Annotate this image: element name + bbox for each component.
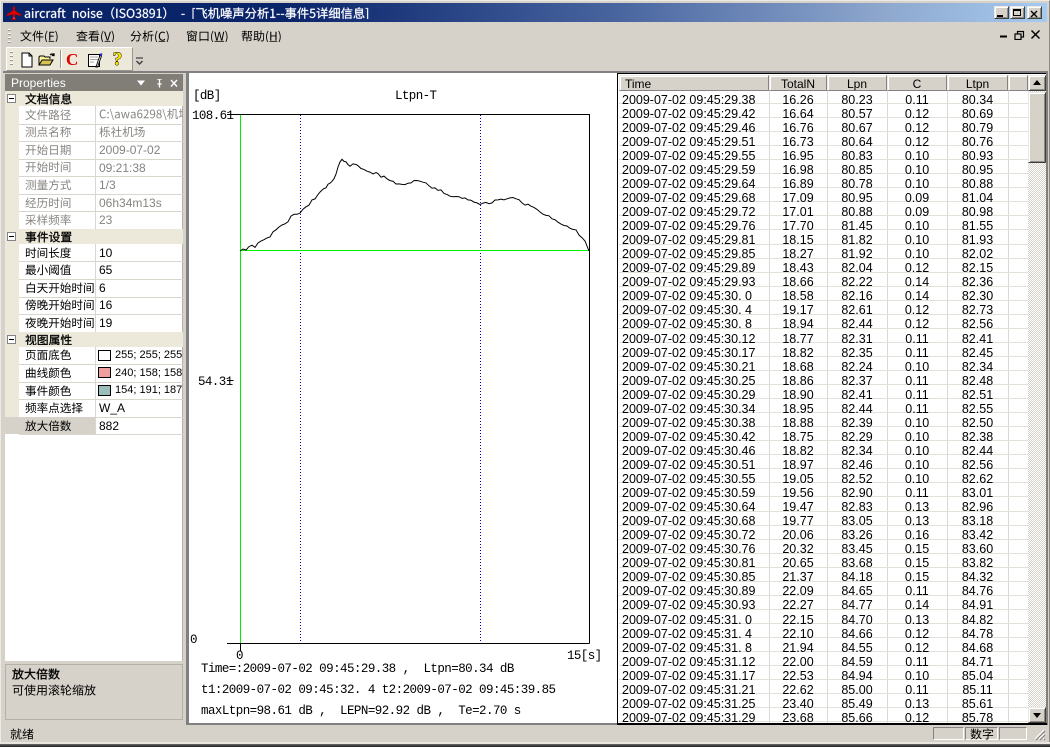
svg-text:?: ? [113,50,123,69]
